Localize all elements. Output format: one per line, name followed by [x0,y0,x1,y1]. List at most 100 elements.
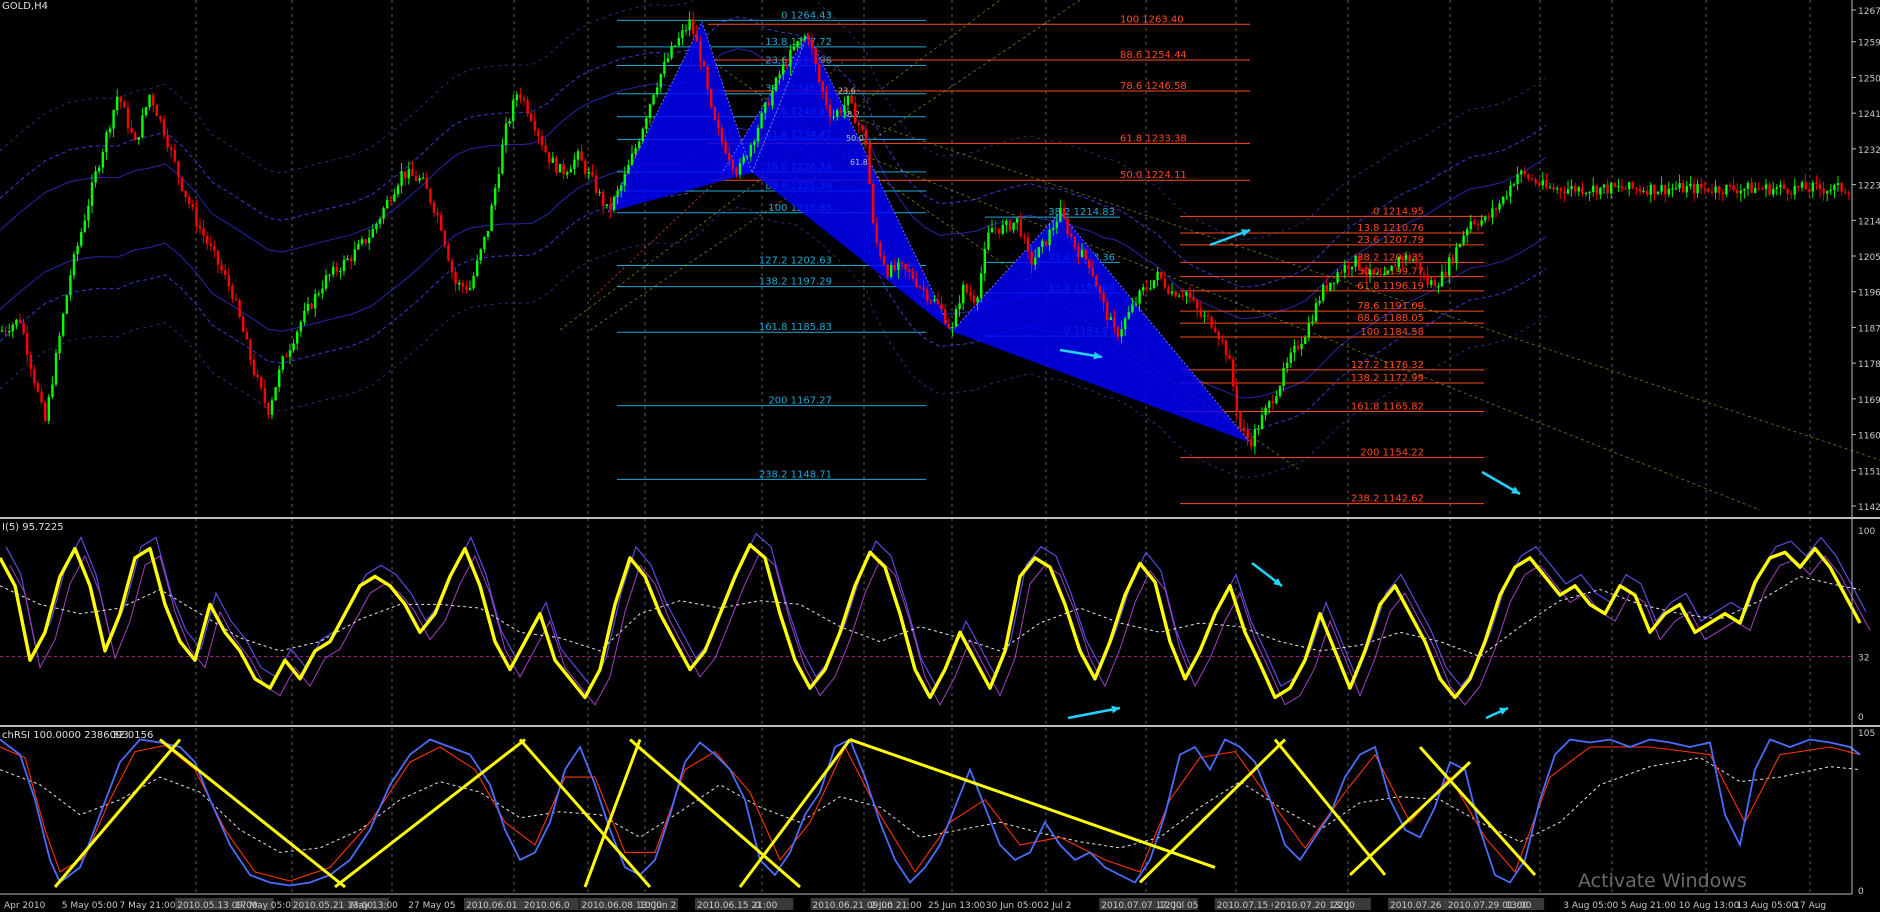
candle-body [1325,284,1328,291]
candle-body [681,30,684,38]
candle-body [371,229,374,238]
candle-body [1804,182,1807,190]
rsi-average-line [0,757,1861,853]
candle-body [1822,189,1825,194]
candle-body [1437,286,1440,288]
candle-body [1404,255,1408,260]
candle-body [1062,207,1066,219]
candle-body [1397,256,1400,268]
fib-level-label: 0 1264.43 [781,10,832,21]
fib-level-label: 161.8 1165.82 [1351,402,1424,413]
candle-body [483,236,486,250]
candle-body [1451,257,1454,263]
candle-body [1278,385,1282,397]
candle-body [1286,362,1289,369]
candle-body [1649,184,1652,195]
candle-body [1304,337,1307,344]
candle-body [440,214,443,231]
candle-body [1181,295,1184,297]
fib-level-label: 127.2 1176.32 [1351,360,1424,371]
candle-body [1235,386,1238,412]
time-tick-label: 2 Jun 21:00 [870,901,922,911]
indicator-1-tick-label: 32 [1858,653,1869,663]
time-tick-label: Apr 2010 [4,901,46,911]
candle-body [706,66,709,90]
candle-body [1347,265,1350,270]
candle-body [134,132,137,141]
candle-body [1307,323,1310,338]
candle-body [26,333,29,355]
rsi-trend-line [1273,738,1387,876]
candle-body [1660,185,1663,192]
candle-body [15,319,18,325]
candle-body [980,273,983,298]
candle-body [494,187,497,206]
candle-body [1066,218,1069,234]
candle-body [882,255,886,265]
candle-body [1080,249,1084,258]
candle-body [1059,207,1062,222]
candle-body [242,317,245,332]
candle-body [972,295,976,303]
candle-body [1257,429,1260,431]
candle-body [825,91,828,105]
candle-body [123,102,126,108]
candle-body [1840,182,1843,192]
candle-body [108,128,112,133]
candle-body [1268,401,1271,408]
candle-body [861,125,864,130]
candle-body [245,331,248,340]
candle-body [602,191,605,207]
candle-body [774,77,778,91]
candle-body [1037,247,1040,258]
fib-level-label: 200 1154.22 [1360,448,1424,459]
candle-body [36,382,40,392]
time-tick-label: 2 Jul 2 [1044,901,1072,911]
candle-body [832,116,835,118]
candle-body [461,282,464,287]
candle-body [1300,343,1303,349]
candle-body [8,331,11,333]
candle-body [1700,183,1703,189]
candle-body [1444,271,1447,276]
candle-body [141,115,144,138]
candle-body [1102,292,1105,303]
candle-body [195,207,198,226]
candle-body [263,387,266,404]
candle-body [1664,185,1667,195]
candle-body [184,190,187,198]
candle-body [83,220,86,233]
candle-body [1671,188,1674,190]
candle-body [1710,191,1714,193]
candle-body [1001,224,1004,234]
candle-body [87,205,90,221]
candle-body [227,275,230,287]
fib-level-label: 127.2 1202.63 [759,256,832,267]
candle-body [1797,185,1800,188]
candle-body [375,223,378,230]
candle-body [1322,284,1325,301]
time-tick-label: 0 [755,901,761,911]
fib-level-label: 88.6 1254.44 [1120,50,1187,61]
candle-body [620,185,623,191]
candle-body [1588,192,1591,194]
time-tick-label: 13 Aug 05:00 [1737,901,1798,911]
candle-body [1170,291,1174,294]
candle-body [1289,352,1292,363]
candle-body [522,98,526,101]
rsi-blue-line [0,738,1861,887]
candle-body [468,288,472,290]
candle-body [731,159,734,169]
candle-body [1098,286,1102,293]
candle-body [1246,429,1249,439]
candle-body [1329,282,1332,291]
candle-body [1509,185,1512,197]
candle-body [1271,401,1274,404]
candle-body [274,387,277,401]
candle-body [1131,304,1134,313]
candle-body [1048,229,1051,246]
candle-body [1772,188,1775,195]
candle-body [551,157,554,163]
time-tick-label: 27 May 05 [408,901,455,911]
candle-body [1401,256,1404,260]
